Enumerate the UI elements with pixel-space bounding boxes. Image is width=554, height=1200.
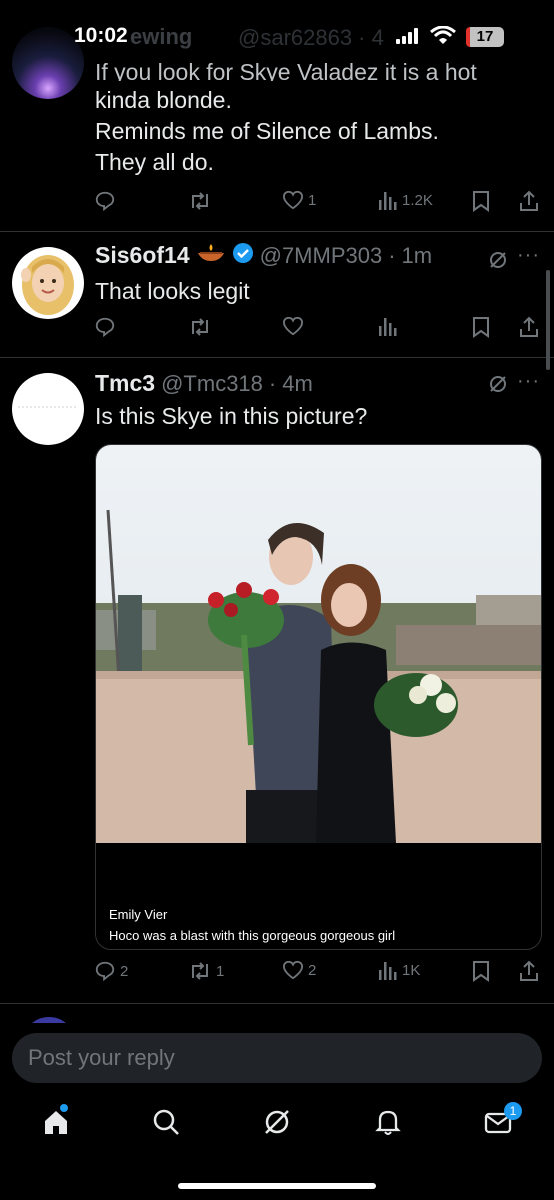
retweet-icon <box>192 318 208 336</box>
like-button[interactable]: 2 <box>282 960 316 980</box>
bookmark-icon <box>473 961 489 982</box>
like-count: 1 <box>308 191 317 209</box>
separator-dot: · <box>388 242 396 268</box>
retweet-icon <box>192 962 208 980</box>
tweet-actions <box>94 316 544 346</box>
wifi-icon <box>430 25 456 51</box>
retweet-button[interactable] <box>188 316 212 338</box>
bookmark-icon <box>473 317 489 338</box>
lamp-emoji-icon <box>196 242 226 269</box>
bookmark-button[interactable] <box>472 316 490 338</box>
next-tweet-peek <box>0 1003 554 1023</box>
reply-placeholder: Post your reply <box>28 1045 175 1070</box>
views-button[interactable]: 1.2K <box>378 190 433 210</box>
heart-icon <box>282 316 304 336</box>
photo-caption-text: Hoco was a blast with this gorgeous gorg… <box>109 928 396 943</box>
clock: 10:02 <box>74 24 128 47</box>
reply-icon <box>95 961 115 982</box>
view-count: 1.2K <box>402 191 433 209</box>
like-button[interactable]: 1 <box>282 190 316 210</box>
heart-icon <box>282 190 304 210</box>
search-icon[interactable] <box>152 1108 180 1141</box>
tweet-line: kinda blonde. <box>95 87 232 113</box>
bookmark-button[interactable] <box>472 960 490 982</box>
grok-icon[interactable] <box>488 374 508 399</box>
retweet-button[interactable]: 1 <box>188 960 224 982</box>
analytics-icon <box>379 962 397 980</box>
views-button[interactable] <box>378 316 398 336</box>
author-name[interactable]: Sis6of14 <box>95 242 190 269</box>
heart-icon <box>282 960 304 980</box>
retweet-count: 1 <box>216 962 225 980</box>
battery-icon: 17 <box>466 27 504 47</box>
tweet-item[interactable]: Sis6of14 @7MMP303 · 1m ··· That looks le… <box>0 232 554 358</box>
media-card[interactable]: Emily Vier Hoco was a blast with this go… <box>95 444 542 950</box>
analytics-icon <box>379 192 397 210</box>
author-name[interactable]: Tmc3 <box>95 370 155 397</box>
share-button[interactable] <box>518 190 540 212</box>
share-icon <box>520 316 538 337</box>
faded-author-name: ewing <box>130 24 193 49</box>
notifications-icon[interactable] <box>374 1108 402 1141</box>
retweet-button[interactable] <box>188 190 212 212</box>
attached-photo[interactable] <box>96 445 542 843</box>
share-button[interactable] <box>518 960 540 982</box>
photo-caption-name: Emily Vier <box>109 907 168 922</box>
tweet-actions: 1 1.2K <box>94 190 544 220</box>
messages-icon[interactable]: 1 <box>484 1102 522 1141</box>
views-button[interactable]: 1K <box>378 960 420 980</box>
tweet-text: Is this Skye in this picture? <box>95 403 368 429</box>
grok-icon[interactable] <box>488 250 508 275</box>
tweet-text: That looks legit <box>95 278 250 304</box>
scrollbar[interactable] <box>546 270 550 370</box>
verified-badge-icon <box>232 242 254 269</box>
more-options-icon[interactable]: ··· <box>517 370 540 393</box>
reply-icon <box>95 317 115 338</box>
messages-badge: 1 <box>504 1102 522 1120</box>
author-handle[interactable]: @7MMP303 <box>260 243 383 269</box>
timestamp[interactable]: 4m <box>282 371 313 397</box>
reply-icon <box>95 191 115 212</box>
like-button[interactable] <box>282 316 304 336</box>
avatar <box>22 1017 76 1023</box>
view-count: 1K <box>402 961 421 979</box>
retweet-icon <box>192 192 208 210</box>
home-icon[interactable] <box>42 1104 70 1141</box>
battery-low-indicator <box>466 27 470 47</box>
cellular-signal-icon <box>396 28 420 49</box>
separator-dot: · <box>268 370 277 396</box>
bookmark-icon <box>473 191 489 212</box>
share-button[interactable] <box>518 316 540 338</box>
grok-icon[interactable] <box>263 1108 291 1141</box>
like-count: 2 <box>308 961 317 979</box>
home-indicator[interactable] <box>178 1183 376 1189</box>
avatar[interactable] <box>12 373 84 445</box>
share-icon <box>520 960 538 981</box>
tweet-actions: 2 1 2 1K <box>94 960 544 990</box>
author-handle[interactable]: @Tmc318 <box>161 371 263 397</box>
more-options-icon[interactable]: ··· <box>517 244 540 267</box>
reply-button[interactable] <box>94 316 116 338</box>
bookmark-button[interactable] <box>472 190 490 212</box>
tweet-header: Tmc3 @Tmc318 · 4m <box>95 370 313 397</box>
analytics-icon <box>379 318 397 336</box>
tweet-line: Reminds me of Silence of Lambs. <box>95 118 439 144</box>
status-bar: ewing @sar62863 · 4 10:02 17 <box>0 0 554 70</box>
avatar[interactable] <box>12 247 84 319</box>
tweet-header: Sis6of14 @7MMP303 · 1m <box>95 242 432 269</box>
home-dot <box>60 1104 68 1112</box>
reply-button[interactable]: 2 <box>94 960 128 982</box>
share-icon <box>520 190 538 211</box>
tweet-text: If you look for Skye Valadez it is a hot… <box>95 57 545 178</box>
reply-input[interactable]: Post your reply <box>12 1033 542 1083</box>
faded-author-handle: @sar62863 · 4 <box>238 25 384 50</box>
reply-count: 2 <box>120 962 129 980</box>
tweet-line: They all do. <box>95 149 214 175</box>
timestamp[interactable]: 1m <box>402 243 433 269</box>
reply-button[interactable] <box>94 190 116 212</box>
